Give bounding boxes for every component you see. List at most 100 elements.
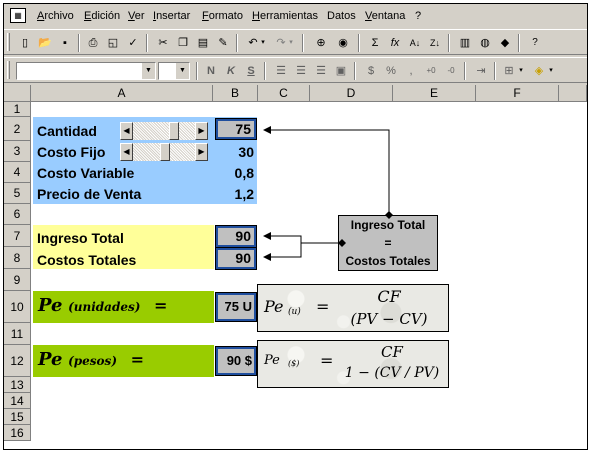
worksheet[interactable]: A B C D E F 1 2 3 4 5 6 7 8 9 10 11 12 1… <box>4 85 587 449</box>
formula-units-image[interactable]: Pe (u) = CF (PV − CV) <box>257 284 449 332</box>
currency-icon[interactable]: $ <box>362 62 380 80</box>
bold-icon[interactable]: N <box>202 62 220 80</box>
costo-fijo-scrollbar[interactable]: ◀ ▶ <box>120 143 208 161</box>
column-header-g[interactable] <box>559 85 587 102</box>
chevron-down-icon[interactable]: ▼ <box>175 63 189 79</box>
autosum-icon[interactable]: Σ <box>366 34 384 52</box>
spelling-icon[interactable]: ✓ <box>124 34 142 52</box>
open-icon[interactable]: 📂 <box>36 34 54 52</box>
scroll-right-icon[interactable]: ▶ <box>195 143 208 161</box>
workbook-icon[interactable]: ▦ <box>10 8 26 23</box>
column-header-a[interactable]: A <box>31 85 213 102</box>
indent-icon[interactable]: ⇥ <box>472 62 490 80</box>
menu-herramientas[interactable]: Herramientas <box>252 10 318 22</box>
comma-style-icon[interactable]: , <box>402 62 420 80</box>
italic-icon[interactable]: K <box>222 62 240 80</box>
menu-help[interactable]: ? <box>415 10 421 22</box>
print-preview-icon[interactable]: ◱ <box>104 34 122 52</box>
menu-archivo[interactable]: Archivo <box>37 10 74 22</box>
precio-venta-value[interactable]: 1,2 <box>216 186 254 202</box>
row-header-2[interactable]: 2 <box>4 117 31 141</box>
column-header-c[interactable]: C <box>258 85 310 102</box>
pe-unidades-value-cell[interactable]: 75 U <box>215 292 257 322</box>
column-header-e[interactable]: E <box>393 85 476 102</box>
row-header-12[interactable]: 12 <box>4 345 31 377</box>
row-header-14[interactable]: 14 <box>4 393 31 409</box>
increase-decimal-icon[interactable]: +0 <box>422 62 440 80</box>
menu-insertar[interactable]: Insertar <box>153 10 190 22</box>
pe-pesos-sub: (pesos) <box>68 354 117 368</box>
row-header-5[interactable]: 5 <box>4 183 31 204</box>
zoom-icon[interactable]: ? <box>526 34 544 52</box>
print-icon[interactable]: ⎙ <box>84 34 102 52</box>
menu-ventana[interactable]: Ventana <box>365 10 405 22</box>
sort-descending-icon[interactable]: Z↓ <box>426 34 444 52</box>
row-header-7[interactable]: 7 <box>4 225 31 247</box>
arrow-to-ingreso <box>263 232 302 243</box>
drawing-icon[interactable]: ◆ <box>496 34 514 52</box>
fill-color-dropdown-icon[interactable]: ▾ <box>546 62 556 80</box>
menu-ver[interactable]: Ver <box>128 10 145 22</box>
scroll-thumb[interactable] <box>169 122 179 140</box>
chevron-down-icon[interactable]: ▼ <box>141 63 155 79</box>
row-header-9[interactable]: 9 <box>4 269 31 291</box>
cantidad-value-cell[interactable]: 75 <box>215 118 257 140</box>
cantidad-scrollbar[interactable]: ◀ ▶ <box>120 122 208 140</box>
align-center-icon[interactable]: ☰ <box>292 62 310 80</box>
undo-dropdown-icon[interactable]: ▾ <box>258 34 268 52</box>
column-header-d[interactable]: D <box>310 85 393 102</box>
redo-dropdown-icon[interactable]: ▾ <box>286 34 296 52</box>
costo-variable-value[interactable]: 0,8 <box>216 165 254 181</box>
formula-pesos-image[interactable]: Pe ($) = CF 1 − (CV / PV) <box>257 340 449 388</box>
align-right-icon[interactable]: ☰ <box>312 62 330 80</box>
pe-unidades-label: Pe (unidades) = <box>38 295 167 316</box>
column-header-b[interactable]: B <box>213 85 258 102</box>
web-toolbar-icon[interactable]: ◉ <box>334 34 352 52</box>
equilibrium-callout[interactable]: Ingreso Total = Costos Totales <box>338 215 438 271</box>
row-header-11[interactable]: 11 <box>4 323 31 345</box>
menu-edicion[interactable]: Edición <box>84 10 120 22</box>
row-header-6[interactable]: 6 <box>4 204 31 225</box>
row-header-3[interactable]: 3 <box>4 141 31 162</box>
column-header-f[interactable]: F <box>476 85 559 102</box>
sort-ascending-icon[interactable]: A↓ <box>406 34 424 52</box>
select-all-corner[interactable] <box>4 85 31 102</box>
map-icon[interactable]: ◍ <box>476 34 494 52</box>
row-header-15[interactable]: 15 <box>4 409 31 425</box>
align-left-icon[interactable]: ☰ <box>272 62 290 80</box>
ingreso-total-value-cell[interactable]: 90 <box>215 225 257 248</box>
toolbar-grip[interactable] <box>7 61 10 79</box>
new-icon[interactable]: ▯ <box>16 34 34 52</box>
pe-pesos-value-cell[interactable]: 90 $ <box>215 346 257 376</box>
scroll-left-icon[interactable]: ◀ <box>120 143 133 161</box>
underline-icon[interactable]: S <box>242 62 260 80</box>
row-header-1[interactable]: 1 <box>4 102 31 117</box>
hyperlink-icon[interactable]: ⊕ <box>312 34 330 52</box>
borders-dropdown-icon[interactable]: ▾ <box>516 62 526 80</box>
save-icon[interactable]: ▪ <box>56 34 74 52</box>
copy-icon[interactable]: ❐ <box>174 34 192 52</box>
scroll-right-icon[interactable]: ▶ <box>195 122 208 140</box>
costo-fijo-value[interactable]: 30 <box>216 144 254 160</box>
percent-icon[interactable]: % <box>382 62 400 80</box>
row-header-10[interactable]: 10 <box>4 291 31 323</box>
font-name-combo[interactable]: ▼ <box>16 62 156 80</box>
scroll-left-icon[interactable]: ◀ <box>120 122 133 140</box>
row-header-4[interactable]: 4 <box>4 162 31 183</box>
font-size-combo[interactable]: ▼ <box>158 62 190 80</box>
toolbar-grip[interactable] <box>7 33 10 51</box>
costos-totales-value-cell[interactable]: 90 <box>215 247 257 270</box>
cut-icon[interactable]: ✂ <box>154 34 172 52</box>
merge-center-icon[interactable]: ▣ <box>332 62 350 80</box>
row-header-8[interactable]: 8 <box>4 247 31 269</box>
menu-formato[interactable]: Formato <box>202 10 243 22</box>
row-header-13[interactable]: 13 <box>4 377 31 393</box>
chart-wizard-icon[interactable]: ▥ <box>456 34 474 52</box>
format-painter-icon[interactable]: ✎ <box>214 34 232 52</box>
row-header-16[interactable]: 16 <box>4 425 31 441</box>
menu-datos[interactable]: Datos <box>327 10 356 22</box>
paste-icon[interactable]: ▤ <box>194 34 212 52</box>
scroll-thumb[interactable] <box>160 143 170 161</box>
decrease-decimal-icon[interactable]: -0 <box>442 62 460 80</box>
function-icon[interactable]: fx <box>386 34 404 52</box>
